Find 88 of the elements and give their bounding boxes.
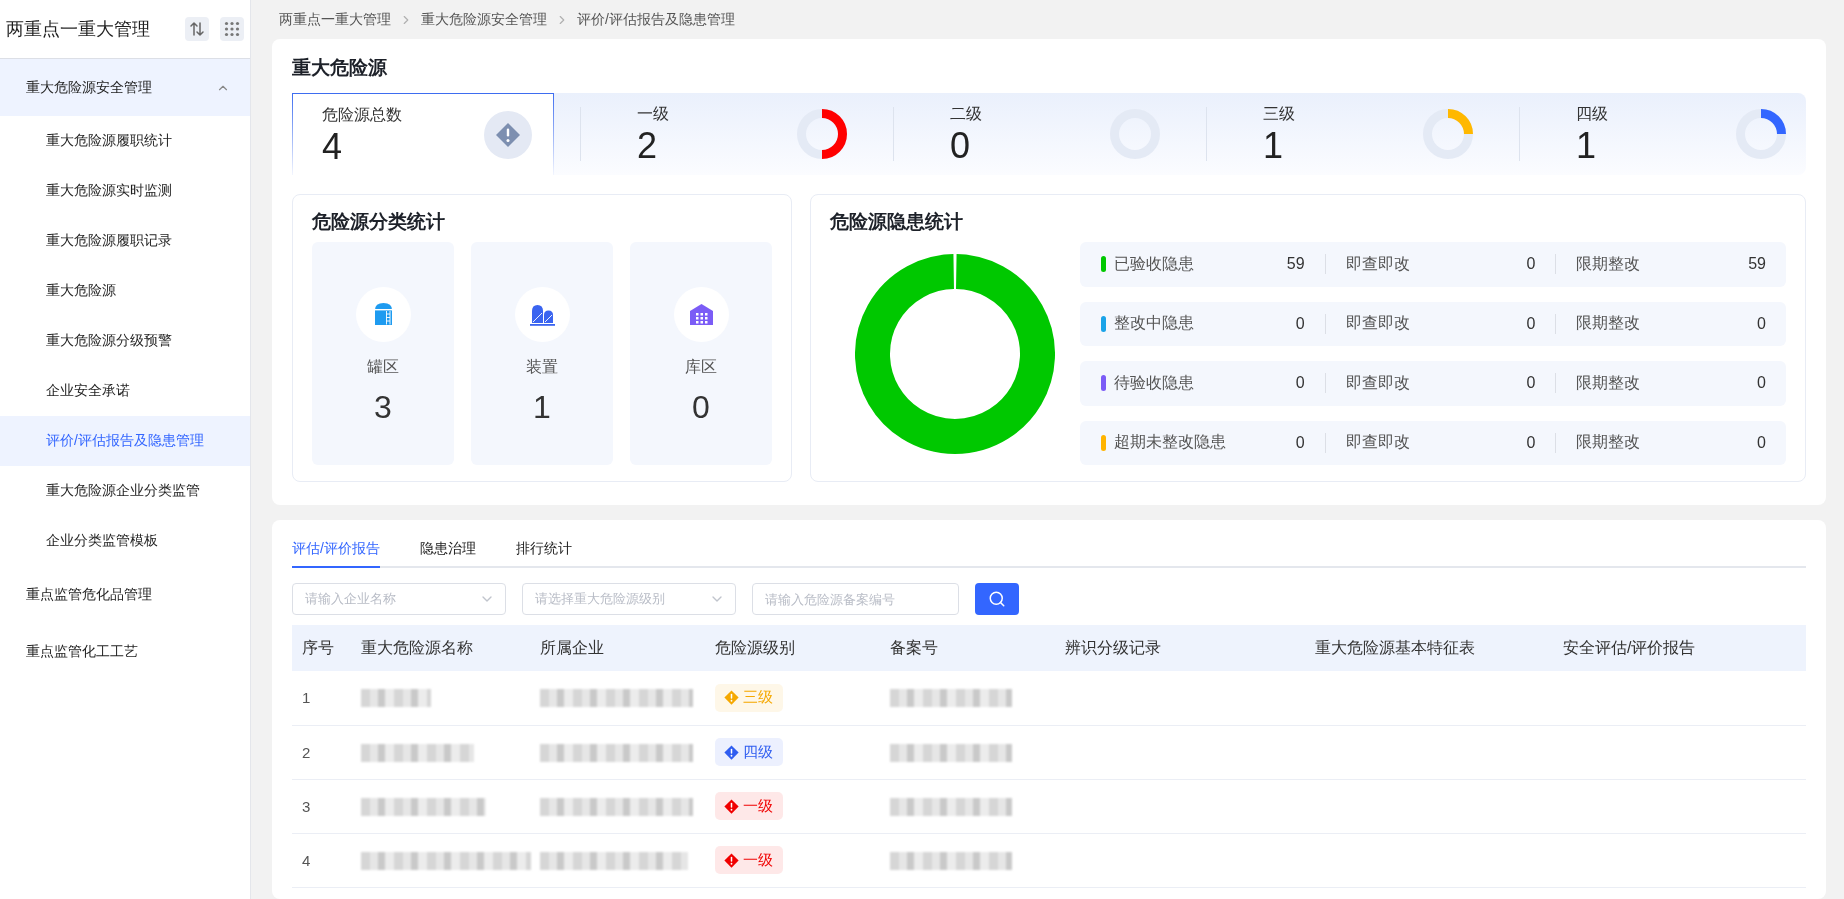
app-title: 两重点一重大管理: [6, 18, 150, 41]
row-value: 0: [1526, 433, 1536, 452]
tab[interactable]: 隐患治理: [419, 538, 476, 568]
row-value: 0: [1757, 374, 1766, 393]
stat-label: 一级: [637, 104, 670, 124]
stat-number: 4: [322, 128, 344, 166]
level-label: 三级: [743, 688, 773, 708]
row-label: 已验收隐患: [1114, 253, 1194, 274]
section-title: 危险源分类统计: [312, 210, 446, 234]
menu-item[interactable]: 重大危险源履职统计: [0, 116, 250, 166]
search-icon: [988, 590, 1006, 608]
stat-label: 四级: [1576, 104, 1609, 124]
warning-icon: [484, 110, 532, 159]
level-label: 一级: [743, 796, 773, 816]
menu-item[interactable]: 重点监管化工工艺: [0, 623, 250, 680]
column-header: 所属企业: [530, 625, 705, 671]
row-value: 0: [1757, 314, 1766, 333]
column-header: 备案号: [880, 625, 1055, 671]
stat-number: 1: [1263, 127, 1285, 165]
row-label: 超期未整改隐患: [1114, 432, 1226, 453]
row-value: 0: [1295, 314, 1305, 333]
tile-number: 1: [533, 389, 551, 425]
column-header: 安全评估/评价报告: [1553, 625, 1806, 671]
blurred-text: [361, 689, 431, 708]
row-label: 即查即改: [1345, 372, 1410, 393]
tank-icon: [355, 287, 411, 342]
table-cell: 2: [292, 725, 351, 779]
row-label: 限期整改: [1576, 372, 1641, 393]
column-header: 重大危险源名称: [351, 625, 530, 671]
row-value: 0: [1526, 314, 1536, 333]
column-header: 危险源级别: [705, 625, 880, 671]
stat-number: 0: [950, 127, 972, 165]
menu-item[interactable]: 重大危险源履职记录: [0, 216, 250, 266]
stat-label: 危险源总数: [322, 105, 402, 125]
menu-item[interactable]: 重点监管危化品管理: [0, 566, 250, 623]
level-label: 一级: [743, 850, 773, 870]
table-cell: 3: [292, 779, 351, 833]
stat-number: 1: [1576, 127, 1598, 165]
row-label: 即查即改: [1345, 432, 1410, 453]
tab[interactable]: 评估/评价报告: [292, 538, 380, 568]
row-value: 0: [1295, 374, 1305, 393]
row-label: 即查即改: [1345, 313, 1410, 334]
grid-icon[interactable]: [220, 17, 244, 41]
menu-item[interactable]: 重大危险源分级预警: [0, 316, 250, 366]
menu-item[interactable]: 重大危险源安全管理: [0, 59, 250, 116]
breadcrumb-item[interactable]: 重大危险源安全管理: [421, 10, 547, 29]
menu-item[interactable]: 重大危险源: [0, 266, 250, 316]
row-value: 0: [1526, 374, 1536, 393]
warehouse-icon: [673, 287, 729, 342]
section-title: 危险源隐患统计: [830, 210, 964, 234]
stat-label: 二级: [950, 104, 983, 124]
row-label: 待验收隐患: [1114, 372, 1194, 393]
storage-tanks-icon: [514, 287, 570, 342]
tile-label: 罐区: [367, 357, 399, 377]
column-header: 序号: [292, 625, 351, 671]
menu-item[interactable]: 企业分类监管模板: [0, 516, 250, 566]
table-cell: 1: [292, 671, 351, 725]
row-value: 0: [1757, 433, 1766, 452]
row-label: 即查即改: [1345, 253, 1410, 274]
row-value: 59: [1748, 255, 1766, 274]
row-label: 限期整改: [1576, 253, 1641, 274]
column-header: 重大危险源基本特征表: [1305, 625, 1553, 671]
row-value: 0: [1526, 255, 1536, 274]
tab[interactable]: 排行统计: [515, 538, 572, 568]
tile-label: 装置: [526, 357, 558, 377]
row-value: 59: [1286, 255, 1305, 274]
tile-number: 3: [374, 389, 392, 425]
stat-label: 三级: [1263, 104, 1296, 124]
search-button[interactable]: [975, 583, 1019, 615]
breadcrumb-item[interactable]: 两重点一重大管理: [279, 10, 391, 29]
row-label: 整改中隐患: [1114, 313, 1194, 334]
row-label: 限期整改: [1576, 432, 1641, 453]
tile-number: 0: [692, 389, 710, 425]
menu-item[interactable]: 评价/评估报告及隐患管理: [0, 416, 250, 466]
column-header: 辨识分级记录: [1055, 625, 1305, 671]
level-label: 四级: [743, 742, 773, 762]
tile-label: 库区: [685, 357, 717, 377]
sort-icon[interactable]: [185, 17, 209, 41]
row-value: 0: [1295, 433, 1305, 452]
menu-item[interactable]: 重大危险源企业分类监管: [0, 466, 250, 516]
row-label: 限期整改: [1576, 313, 1641, 334]
stat-number: 2: [637, 127, 659, 165]
menu-item[interactable]: 重大危险源实时监测: [0, 166, 250, 216]
table-cell: 4: [292, 833, 351, 887]
breadcrumb-item[interactable]: 评价/评估报告及隐患管理: [577, 10, 735, 29]
menu-item[interactable]: 企业安全承诺: [0, 366, 250, 416]
section-title: 重大危险源: [292, 56, 388, 80]
input-field[interactable]: 请输入危险源备案编号: [752, 583, 959, 615]
